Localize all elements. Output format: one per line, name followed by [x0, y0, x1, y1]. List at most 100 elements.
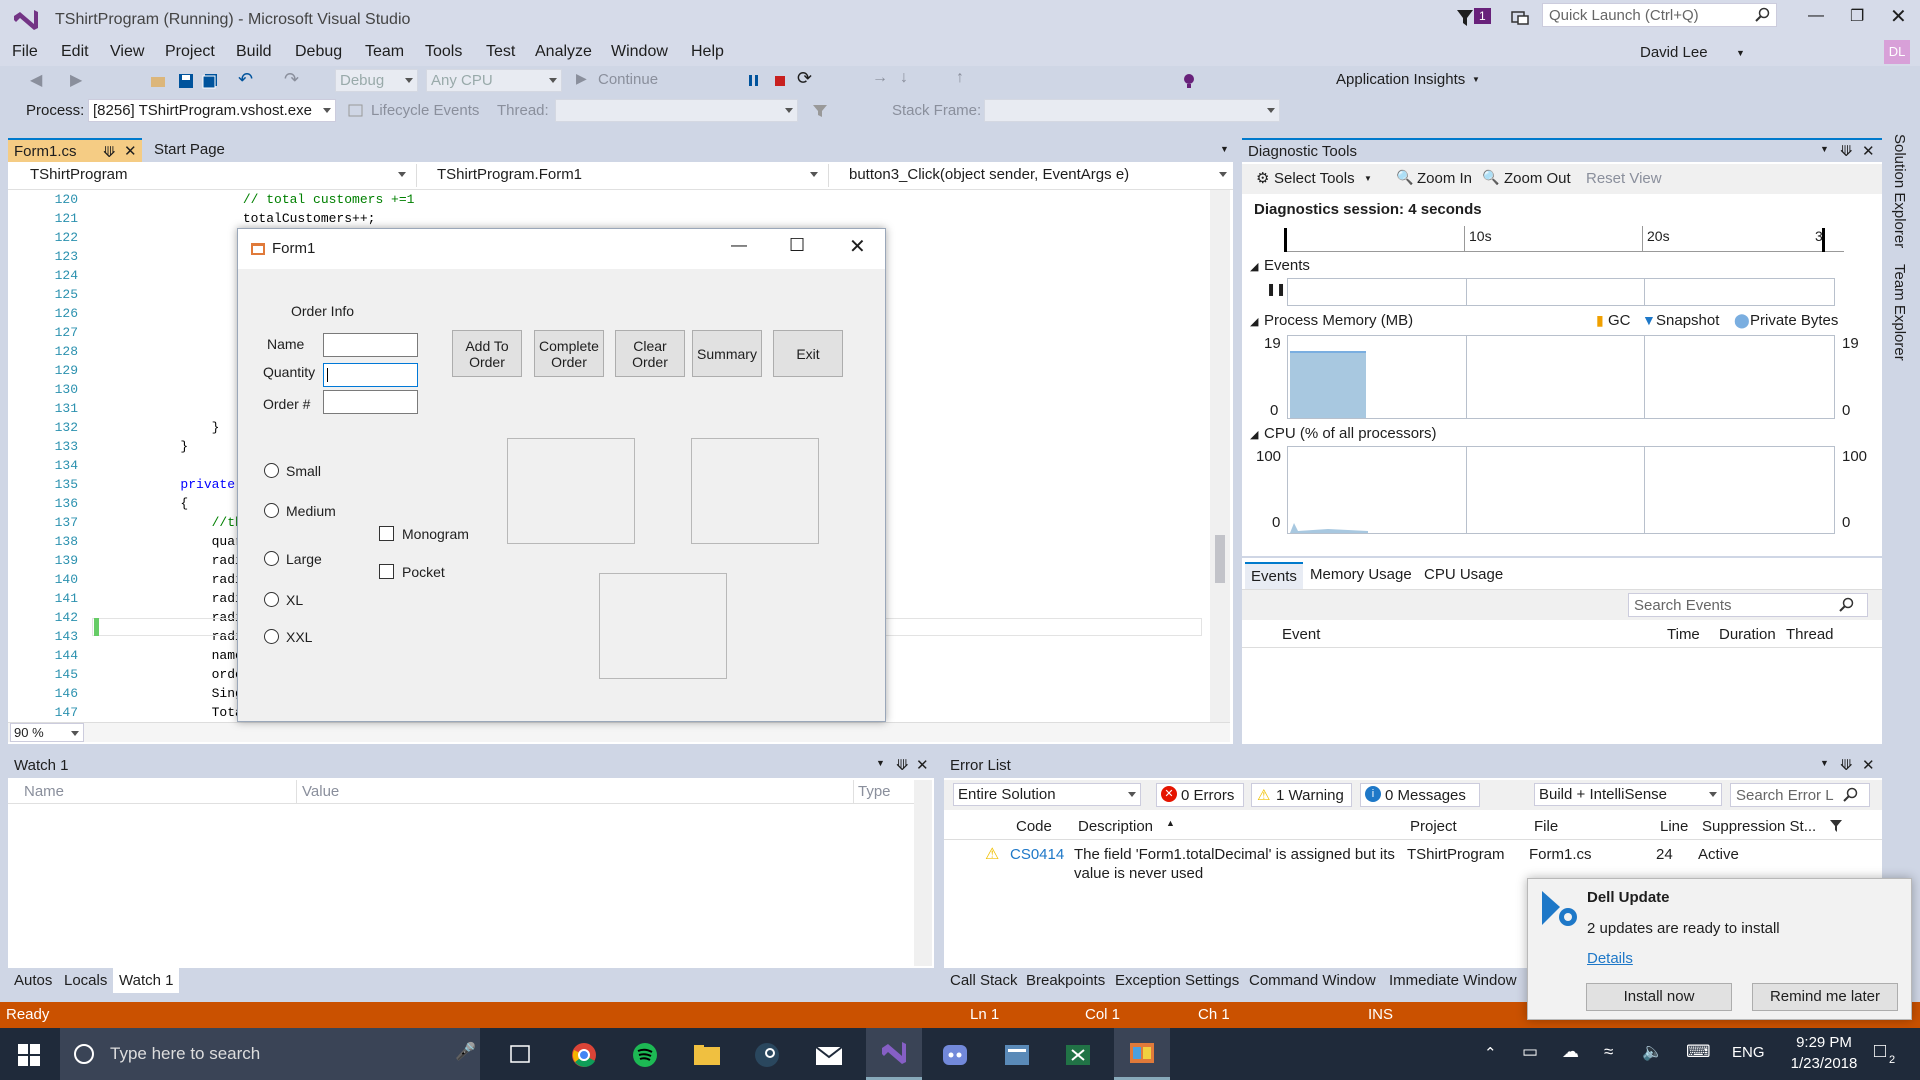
search-icon[interactable] — [1843, 787, 1859, 803]
save-icon[interactable] — [178, 73, 194, 89]
exit-button[interactable]: Exit — [773, 330, 843, 377]
pin-icon[interactable]: ⟱ — [1840, 142, 1853, 160]
menu-view[interactable]: View — [110, 43, 144, 61]
task-view-icon[interactable] — [508, 1044, 532, 1064]
chevron-down-icon[interactable]: ▼ — [1472, 75, 1480, 84]
stack-frame-combo[interactable] — [984, 99, 1280, 122]
avatar[interactable]: DL — [1884, 40, 1910, 64]
undo-icon[interactable]: ↶ — [238, 69, 253, 90]
error-code-link[interactable]: CS0414 — [1010, 846, 1064, 863]
toast-details-link[interactable]: Details — [1587, 950, 1633, 967]
close-icon[interactable]: ✕ — [916, 756, 929, 774]
search-events-input[interactable]: Search Events — [1634, 597, 1732, 614]
continue-button[interactable]: Continue — [598, 71, 658, 88]
search-error-input[interactable]: Search Error L — [1736, 787, 1834, 804]
step-into-icon[interactable]: ↓ — [900, 69, 908, 87]
taskbar-search-input[interactable]: Type here to search — [110, 1044, 260, 1064]
pause-icon[interactable]: ❚❚ — [1266, 282, 1286, 296]
feedback-icon[interactable] — [1510, 8, 1530, 28]
lifecycle-events-button[interactable]: Lifecycle Events — [371, 102, 479, 119]
excel-icon[interactable] — [1064, 1042, 1092, 1068]
discord-icon[interactable] — [941, 1042, 969, 1068]
volume-icon[interactable]: 🔈 — [1642, 1042, 1663, 1062]
project-combo[interactable]: TShirtProgram — [10, 164, 410, 187]
solution-explorer-tab[interactable]: Solution Explorer — [1891, 134, 1908, 248]
step-out-icon[interactable]: ↑ — [956, 69, 964, 87]
windows-start-icon[interactable] — [18, 1044, 40, 1066]
menu-edit[interactable]: Edit — [61, 43, 89, 61]
menu-project[interactable]: Project — [165, 43, 215, 61]
redo-icon[interactable]: ↷ — [284, 69, 299, 90]
install-now-button[interactable]: Install now — [1586, 983, 1732, 1011]
stop-icon[interactable] — [772, 73, 788, 89]
play-icon[interactable]: ▶ — [576, 70, 587, 87]
search-events-box[interactable]: Search Events — [1628, 593, 1868, 617]
error-row[interactable]: ⚠ CS0414 The field 'Form1.totalDecimal' … — [944, 842, 1882, 882]
menu-file[interactable]: File — [12, 43, 38, 61]
close-icon[interactable]: ✕ — [124, 142, 137, 160]
complete-order-button[interactable]: Complete Order — [534, 330, 604, 377]
tab-start-page[interactable]: Start Page — [148, 138, 268, 162]
lifecycle-icon[interactable] — [348, 103, 364, 119]
radio-medium[interactable] — [264, 503, 279, 518]
microphone-icon[interactable]: 🎤 — [455, 1042, 476, 1062]
step-icon[interactable]: → — [872, 69, 888, 87]
radio-small[interactable] — [264, 463, 279, 478]
radio-xl[interactable] — [264, 592, 279, 607]
user-name[interactable]: David Lee — [1640, 44, 1708, 61]
column-line[interactable]: Line — [1660, 818, 1688, 835]
radio-large[interactable] — [264, 551, 279, 566]
mail-icon[interactable] — [815, 1044, 843, 1066]
column-description[interactable]: Description — [1078, 818, 1153, 835]
editor-vertical-scrollbar[interactable] — [1210, 190, 1230, 722]
tab-call-stack[interactable]: Call Stack — [950, 972, 1018, 989]
cloud-icon[interactable]: ☁ — [1562, 1042, 1579, 1062]
select-tools-button[interactable]: Select Tools — [1274, 170, 1355, 187]
remind-later-button[interactable]: Remind me later — [1752, 983, 1898, 1011]
pin-icon[interactable]: ⟱ — [896, 756, 909, 774]
app-icon[interactable] — [1003, 1042, 1031, 1068]
notification-badge[interactable]: 1 — [1474, 8, 1491, 24]
clock-time[interactable]: 9:29 PM — [1784, 1034, 1864, 1051]
column-suppression[interactable]: Suppression St... — [1702, 818, 1816, 835]
chevron-down-icon[interactable]: ▼ — [1220, 144, 1229, 154]
tab-exception-settings[interactable]: Exception Settings — [1115, 972, 1239, 989]
minimize-button[interactable]: — — [1808, 7, 1824, 25]
restart-icon[interactable]: ⟳ — [797, 68, 812, 89]
timeline-ruler[interactable]: 10s 20s 3 — [1284, 226, 1844, 252]
tab-locals[interactable]: Locals — [64, 972, 107, 989]
column-name[interactable]: Name — [24, 783, 64, 800]
memory-chart[interactable] — [1287, 335, 1835, 419]
save-all-icon[interactable] — [202, 73, 218, 89]
lightbulb-icon[interactable] — [1180, 72, 1198, 90]
chevron-down-icon[interactable]: ▼ — [1820, 144, 1829, 154]
spotify-icon[interactable] — [632, 1042, 658, 1068]
taskbar-search-box[interactable]: Type here to search 🎤 — [60, 1028, 480, 1080]
team-explorer-tab[interactable]: Team Explorer — [1891, 264, 1908, 361]
tab-immediate-window[interactable]: Immediate Window — [1389, 972, 1517, 989]
process-combo[interactable]: [8256] TShirtProgram.vshost.exe — [88, 99, 336, 122]
forward-icon[interactable]: ▶ — [70, 70, 82, 90]
quick-launch-input[interactable]: Quick Launch (Ctrl+Q) — [1549, 7, 1699, 24]
tab-watch-1[interactable]: Watch 1 — [113, 968, 180, 993]
collapse-icon[interactable]: ◢ — [1250, 428, 1258, 441]
filter-icon[interactable] — [1456, 8, 1476, 28]
taskbar-visual-studio[interactable] — [866, 1028, 922, 1080]
class-combo[interactable]: TShirtProgram.Form1 — [416, 164, 822, 187]
watch-scrollbar[interactable] — [914, 780, 932, 966]
radio-xxl[interactable] — [264, 629, 279, 644]
app-insights-button[interactable]: Application Insights — [1336, 71, 1465, 88]
gear-icon[interactable]: ⚙ — [1256, 169, 1269, 187]
clock-date[interactable]: 1/23/2018 — [1784, 1055, 1864, 1072]
close-icon[interactable]: ✕ — [1862, 142, 1875, 160]
column-file[interactable]: File — [1534, 818, 1558, 835]
zoom-out-icon[interactable]: 🔍 — [1482, 169, 1499, 186]
menu-debug[interactable]: Debug — [295, 43, 342, 61]
maximize-button[interactable]: ❐ — [1850, 6, 1864, 26]
open-folder-icon[interactable] — [150, 73, 166, 89]
menu-window[interactable]: Window — [611, 43, 668, 61]
name-input[interactable] — [323, 333, 418, 357]
tab-autos[interactable]: Autos — [14, 972, 52, 989]
zoom-out-button[interactable]: Zoom Out — [1504, 170, 1571, 187]
chevron-down-icon[interactable]: ▼ — [1820, 758, 1829, 768]
